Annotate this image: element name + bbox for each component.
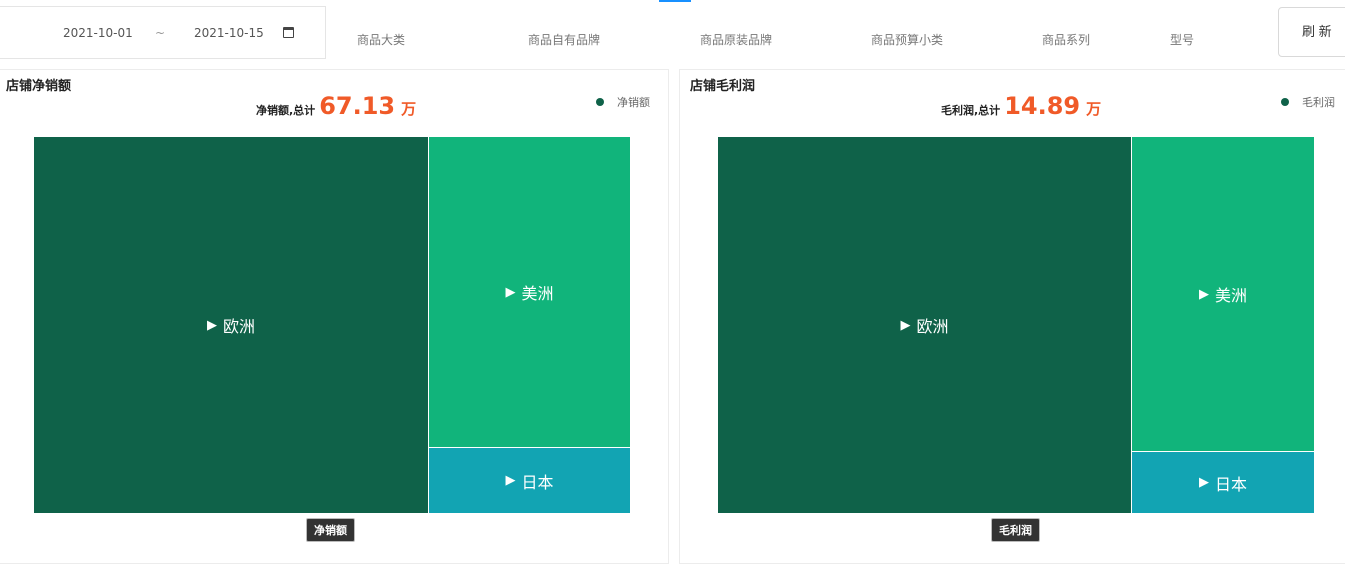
panel-title: 店铺毛利润 bbox=[690, 79, 756, 94]
legend-label: 毛利润 bbox=[1302, 96, 1335, 109]
total-summary: 净销额,总计 67.13 万 bbox=[256, 92, 416, 120]
treemap-cell-label: 美洲 bbox=[1214, 286, 1247, 305]
treemap-cell-americas[interactable]: ▶ 美洲 bbox=[1132, 137, 1315, 452]
total-unit: 万 bbox=[401, 100, 417, 118]
filter-own-brand[interactable]: 商品自有品牌 bbox=[528, 31, 600, 48]
expand-arrow-icon: ▶ bbox=[1198, 475, 1209, 490]
series-tag: 毛利润 bbox=[991, 518, 1040, 542]
refresh-button[interactable]: 刷 新 bbox=[1278, 7, 1345, 57]
filter-category[interactable]: 商品大类 bbox=[357, 31, 405, 48]
expand-arrow-icon: ▶ bbox=[505, 473, 516, 488]
expand-arrow-icon: ▶ bbox=[505, 284, 516, 300]
legend-dot bbox=[1281, 98, 1289, 106]
date-separator: ~ bbox=[155, 26, 166, 40]
filter-model[interactable]: 型号 bbox=[1170, 31, 1194, 48]
expand-arrow-icon: ▶ bbox=[206, 317, 217, 333]
active-indicator bbox=[659, 0, 691, 2]
expand-arrow-icon: ▶ bbox=[1198, 286, 1209, 302]
legend-dot bbox=[596, 98, 604, 106]
treemap-cell-label: 日本 bbox=[521, 472, 554, 492]
panel-gross-profit: 店铺毛利润 毛利润,总计 14.89 万 毛利润 ▶ 欧洲 ▶ 美洲 ▶ 日本 毛利润 bbox=[679, 69, 1345, 564]
treemap-cell-europe[interactable]: ▶ 欧洲 bbox=[718, 137, 1132, 514]
total-value: 67.13 bbox=[319, 92, 396, 120]
treemap-cell-japan[interactable]: ▶ 日本 bbox=[429, 448, 631, 514]
legend-label: 净销额 bbox=[617, 96, 650, 109]
total-value: 14.89 bbox=[1004, 92, 1081, 120]
panel-title: 店铺净销额 bbox=[6, 79, 72, 94]
total-label: 净销额,总计 bbox=[256, 104, 316, 117]
legend[interactable]: 净销额 bbox=[596, 94, 650, 110]
treemap-gross-profit: ▶ 欧洲 ▶ 美洲 ▶ 日本 bbox=[718, 137, 1315, 514]
date-range-picker[interactable]: 2021-10-01 ~ 2021-10-15 bbox=[0, 6, 326, 59]
treemap-cell-americas[interactable]: ▶ 美洲 bbox=[429, 137, 631, 448]
treemap-cell-europe[interactable]: ▶ 欧洲 bbox=[34, 137, 429, 514]
date-end[interactable]: 2021-10-15 bbox=[194, 26, 264, 40]
total-unit: 万 bbox=[1086, 100, 1102, 118]
treemap-cell-label: 日本 bbox=[1214, 474, 1247, 494]
legend[interactable]: 毛利润 bbox=[1281, 94, 1335, 110]
filter-budget-subcategory[interactable]: 商品预算小类 bbox=[871, 31, 943, 48]
total-summary: 毛利润,总计 14.89 万 bbox=[941, 92, 1101, 120]
expand-arrow-icon: ▶ bbox=[900, 317, 911, 333]
total-label: 毛利润,总计 bbox=[941, 104, 1001, 117]
treemap-cell-japan[interactable]: ▶ 日本 bbox=[1132, 452, 1315, 514]
treemap-cell-label: 欧洲 bbox=[222, 317, 255, 336]
filter-bar: 2021-10-01 ~ 2021-10-15 商品大类 商品自有品牌 商品原装… bbox=[0, 6, 1345, 59]
calendar-icon[interactable] bbox=[283, 27, 294, 38]
panel-net-sales: 店铺净销额 净销额,总计 67.13 万 净销额 ▶ 欧洲 ▶ 美洲 ▶ 日本 净销额 bbox=[0, 69, 669, 564]
treemap-net-sales: ▶ 欧洲 ▶ 美洲 ▶ 日本 bbox=[34, 137, 631, 514]
treemap-cell-label: 欧洲 bbox=[916, 317, 949, 336]
filter-original-brand[interactable]: 商品原装品牌 bbox=[700, 31, 772, 48]
filter-series[interactable]: 商品系列 bbox=[1042, 31, 1090, 48]
treemap-cell-label: 美洲 bbox=[521, 284, 554, 303]
date-start[interactable]: 2021-10-01 bbox=[63, 26, 133, 40]
series-tag: 净销额 bbox=[306, 518, 355, 542]
